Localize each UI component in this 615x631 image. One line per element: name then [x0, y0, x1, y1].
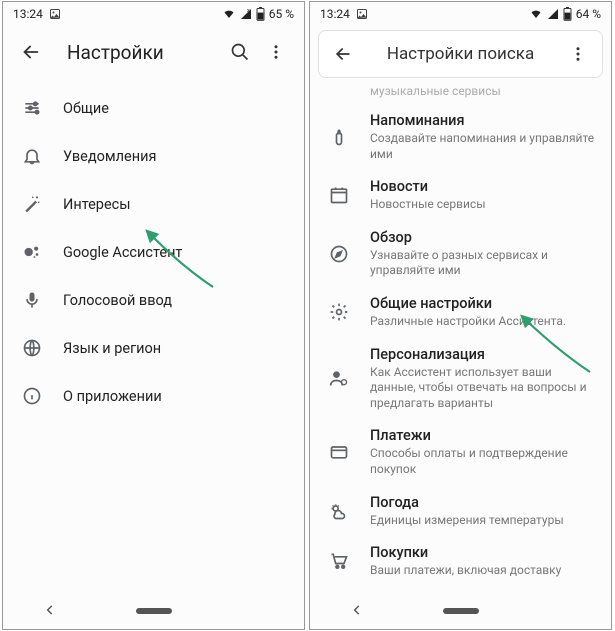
status-time: 13:24	[13, 7, 43, 21]
page-title: Настройки	[49, 41, 222, 64]
list-item-news[interactable]: Новости Новостные сервисы	[310, 170, 611, 221]
item-label: Общие настройки	[370, 295, 595, 312]
globe-icon	[17, 338, 47, 358]
phone-left: 13:24 x 65 % Настройки	[2, 1, 305, 630]
list-item-weather[interactable]: Погода Единицы измерения температуры	[310, 486, 611, 537]
nav-back[interactable]	[43, 602, 57, 621]
list-item-purchases[interactable]: Покупки Ваши платежи, включая доставку	[310, 536, 611, 587]
status-bar: 13:24 x 65 %	[3, 2, 304, 26]
wifi-icon	[222, 8, 236, 20]
wand-icon	[17, 194, 47, 214]
list-item-reminders[interactable]: Напоминания Создавайте напоминания и упр…	[310, 104, 611, 170]
mic-icon	[17, 290, 47, 310]
battery-icon	[256, 7, 265, 21]
reminder-icon	[324, 127, 354, 147]
nav-bar	[310, 593, 611, 629]
status-battery: 64 %	[576, 7, 601, 21]
list-item-language-region[interactable]: Язык и регион	[3, 324, 304, 372]
faded-previous-item: музыкальные сервисы	[310, 78, 611, 104]
item-label: Язык и регион	[63, 340, 288, 357]
item-label: О приложении	[63, 388, 288, 405]
item-label: Обзор	[370, 229, 595, 246]
cart-icon	[324, 551, 354, 571]
back-button[interactable]	[325, 36, 361, 72]
person-icon	[324, 368, 354, 388]
list-item-personalization[interactable]: Персонализация Как Ассистент использует …	[310, 338, 611, 420]
list-item-interests[interactable]: Интересы	[3, 180, 304, 228]
nav-home-pill[interactable]	[136, 608, 172, 614]
list-item-voice-input[interactable]: Голосовой ввод	[3, 276, 304, 324]
item-label: Новости	[370, 178, 595, 195]
item-label: Напоминания	[370, 112, 595, 129]
info-icon	[17, 386, 47, 406]
item-label: Общие	[63, 100, 288, 117]
bell-icon	[17, 146, 47, 166]
signal-icon	[547, 8, 559, 20]
svg-text:x: x	[247, 8, 250, 14]
gear-icon	[324, 302, 354, 322]
item-label: Голосовой ввод	[63, 292, 288, 309]
search-button[interactable]	[222, 34, 258, 70]
overflow-button[interactable]	[258, 34, 294, 70]
battery-icon	[563, 7, 572, 21]
overflow-button[interactable]	[560, 36, 596, 72]
list-item-general[interactable]: Общие	[3, 84, 304, 132]
list-item-payments[interactable]: Платежи Способы оплаты и подтверждение п…	[310, 419, 611, 485]
compass-icon	[324, 244, 354, 264]
list-item-overview[interactable]: Обзор Узнавайте о разных сервисах и упра…	[310, 221, 611, 287]
list-item-google-assistant[interactable]: Google Ассистент	[3, 228, 304, 276]
news-icon	[324, 185, 354, 205]
item-sub: Узнавайте о разных сервисах и управляйте…	[370, 248, 595, 279]
item-label: Погода	[370, 494, 595, 511]
nav-home-pill[interactable]	[443, 608, 479, 614]
signal-icon: x	[240, 8, 252, 20]
item-label: Покупки	[370, 544, 595, 561]
item-label: Персонализация	[370, 346, 595, 363]
app-bar: Настройки	[3, 26, 304, 78]
card-icon	[324, 442, 354, 462]
page-title: Настройки поиска	[361, 44, 560, 64]
item-label: Уведомления	[63, 148, 288, 165]
item-sub: Создавайте напоминания и управляйте ими	[370, 131, 595, 162]
item-label: Интересы	[63, 196, 288, 213]
list-item-notifications[interactable]: Уведомления	[3, 132, 304, 180]
sliders-icon	[17, 98, 47, 118]
nav-back[interactable]	[350, 602, 364, 621]
assistant-icon	[17, 242, 47, 262]
item-label: Платежи	[370, 427, 595, 444]
item-sub: Различные настройки Ассистента.	[370, 314, 595, 330]
app-bar: Настройки поиска	[318, 30, 603, 78]
nav-bar	[3, 593, 304, 629]
picture-icon	[356, 8, 368, 20]
item-sub: Единицы измерения температуры	[370, 513, 595, 529]
item-sub: Способы оплаты и подтверждение покупок	[370, 446, 595, 477]
settings-list: Напоминания Создавайте напоминания и упр…	[310, 104, 611, 587]
back-button[interactable]	[13, 34, 49, 70]
wifi-icon	[529, 8, 543, 20]
item-sub: Новостные сервисы	[370, 197, 595, 213]
item-sub: Как Ассистент использует ваши данные, чт…	[370, 365, 595, 412]
item-sub: Ваши платежи, включая доставку	[370, 563, 595, 579]
status-time: 13:24	[320, 7, 350, 21]
status-battery: 65 %	[269, 7, 294, 21]
phone-right: 13:24 64 % Настройки поиска музыкальные …	[309, 1, 612, 630]
settings-list: Общие Уведомления Интересы Google Ассист…	[3, 78, 304, 420]
weather-icon	[324, 501, 354, 521]
status-bar: 13:24 64 %	[310, 2, 611, 26]
picture-icon	[49, 8, 61, 20]
list-item-general-settings[interactable]: Общие настройки Различные настройки Асси…	[310, 287, 611, 338]
list-item-about[interactable]: О приложении	[3, 372, 304, 420]
item-label: Google Ассистент	[63, 244, 288, 261]
